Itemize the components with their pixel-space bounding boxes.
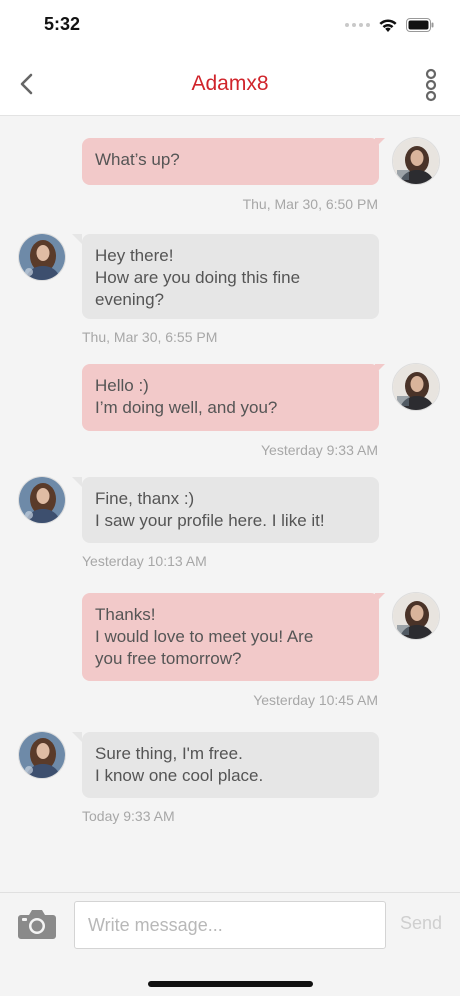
message-timestamp: Thu, Mar 30, 6:50 PM (242, 196, 378, 212)
message-bubble[interactable]: Hey there! How are you doing this fine e… (72, 234, 379, 319)
avatar[interactable] (392, 137, 440, 185)
message-text: Hello :) (95, 376, 149, 395)
message-timestamp: Yesterday 10:45 AM (253, 692, 378, 708)
page-title: Adamx8 (191, 72, 269, 95)
avatar[interactable] (18, 233, 66, 281)
message-text: Hey there! (95, 246, 174, 265)
signal-icon (345, 23, 370, 27)
status-time: 5:32 (44, 14, 81, 34)
message-bubble[interactable]: Hello :) I’m doing well, and you? (82, 364, 385, 431)
status-icons (345, 16, 434, 34)
wifi-icon (379, 19, 397, 32)
avatar[interactable] (392, 592, 440, 640)
message-list[interactable]: What’s up? Thu, Mar 30, 6:50 PM Hey ther… (0, 117, 460, 892)
avatar[interactable] (18, 731, 66, 779)
avatar[interactable] (392, 363, 440, 411)
message-timestamp: Yesterday 9:33 AM (260, 442, 378, 458)
message-text: evening? (95, 290, 165, 309)
message-bubble[interactable]: Fine, thanx :) I saw your profile here. … (72, 477, 379, 543)
message-timestamp: Thu, Mar 30, 6:55 PM (82, 329, 218, 345)
message-text: What’s up? (95, 150, 180, 169)
send-button[interactable]: Send (400, 913, 442, 934)
home-indicator (148, 981, 313, 987)
more-options-button[interactable] (424, 68, 438, 102)
avatar[interactable] (18, 476, 66, 524)
battery-icon (406, 18, 434, 32)
message-bubble[interactable]: Sure thing, I'm free. I know one cool pl… (72, 732, 379, 798)
message-text: Thanks! (95, 605, 156, 624)
message-timestamp: Today 9:33 AM (82, 808, 175, 824)
message-text: How are you doing this fine (95, 268, 301, 287)
message-text: I would love to meet you! Are (95, 627, 314, 646)
message-text: I saw your profile here. I like it! (95, 511, 325, 530)
message-text: I’m doing well, and you? (95, 398, 278, 417)
message-input[interactable] (74, 901, 386, 949)
message-bubble[interactable]: Thanks! I would love to meet you! Are yo… (82, 593, 385, 681)
message-text: Fine, thanx :) (95, 489, 195, 508)
message-text: I know one cool place. (95, 766, 264, 785)
nav-bar: Adamx8 (0, 52, 460, 116)
vertical-dots-icon (425, 68, 437, 102)
message-timestamp: Yesterday 10:13 AM (82, 553, 207, 569)
message-bubble[interactable]: What’s up? (82, 138, 385, 185)
camera-button[interactable] (17, 907, 57, 941)
status-bar: 5:32 (0, 0, 460, 52)
message-text: Sure thing, I'm free. (95, 744, 243, 763)
camera-icon (18, 910, 56, 939)
message-text: you free tomorrow? (95, 649, 242, 668)
